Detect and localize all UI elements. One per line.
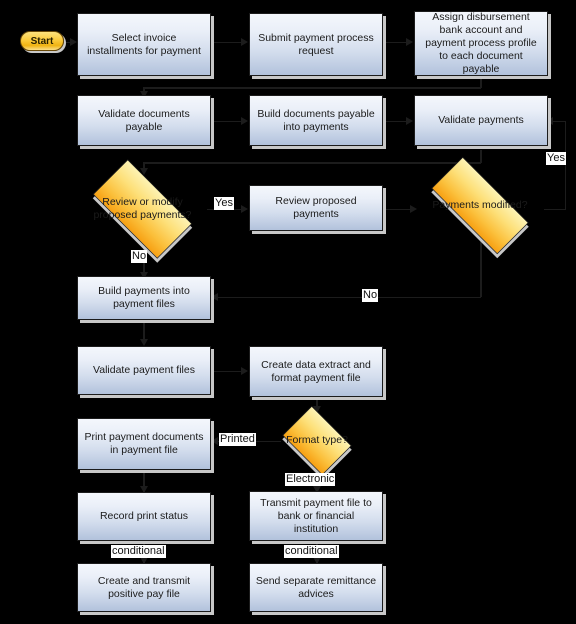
node-label: Validate payments (438, 114, 524, 126)
arrowhead-d2-no-to-n8 (211, 293, 218, 301)
node-label: Send separate remittance advices (255, 574, 377, 600)
node-select-invoice-installments[interactable]: Select invoice installments for payment (77, 13, 211, 76)
node-label: Validate documents payable (98, 107, 190, 133)
arrowhead-start-to-n1 (70, 38, 77, 46)
decision-label: Review or modify proposed payments? (93, 196, 192, 221)
node-label: Record print status (99, 510, 189, 522)
flowchart-canvas: Start Select invoice installments for pa… (0, 0, 576, 624)
arrowhead-n1-to-n2 (241, 38, 248, 46)
node-label: Create data extract and format payment f… (261, 358, 371, 384)
arrowhead-d3-printed-to-n11 (211, 437, 218, 445)
arrowhead-n5-to-n6 (406, 117, 413, 125)
node-label: Review proposed payments (275, 195, 357, 220)
edge-label-d3-printed: Printed (219, 433, 256, 446)
node-label: Select invoice installments for payment (87, 31, 201, 57)
node-transmit-payment-file-to-bank[interactable]: Transmit payment file to bank or financi… (249, 491, 383, 541)
connector-n1-to-n2 (211, 41, 245, 43)
connector-d2-no-down (480, 237, 482, 297)
connector-n7-to-d2 (383, 208, 413, 210)
node-validate-payments[interactable]: Validate payments (414, 95, 548, 146)
arrowhead-n2-to-n3 (406, 38, 413, 46)
node-record-print-status[interactable]: Record print status (77, 492, 211, 541)
terminator-start-label: Start (30, 35, 54, 47)
node-label: Transmit payment file to bank or financi… (260, 496, 372, 535)
node-label: Submit payment process request (258, 31, 374, 57)
node-validate-payment-files[interactable]: Validate payment files (77, 346, 211, 395)
node-create-and-transmit-positive-pay-file[interactable]: Create and transmit positive pay file (77, 563, 211, 612)
node-label: Build payments into payment files (98, 285, 190, 310)
node-label: Create and transmit positive pay file (97, 574, 191, 600)
node-build-payments-into-payment-files[interactable]: Build payments into payment files (77, 276, 211, 320)
edge-label-d2-no: No (362, 289, 379, 302)
connector-d2-yes-up (564, 120, 566, 210)
decision-payments-modified[interactable]: Payments modified? (414, 156, 546, 259)
connector-n4-to-n5 (211, 120, 245, 122)
connector-d2-yes-right (544, 208, 566, 210)
node-validate-documents-payable[interactable]: Validate documents payable (77, 95, 211, 146)
decision-label: Format type? (286, 434, 348, 446)
arrowhead-n9-to-n10 (241, 367, 248, 375)
terminator-start[interactable]: Start (20, 31, 64, 51)
node-label: Print payment documents in payment file (84, 431, 204, 456)
decision-review-or-modify-proposed-payments[interactable]: Review or modify proposed payments? (78, 159, 207, 263)
edge-label-d2-yes: Yes (546, 152, 566, 165)
arrowhead-n8-to-n9 (139, 339, 148, 346)
connector-d2-yes-to-n6 (552, 120, 565, 122)
connector-n6-to-d1-horizontal (143, 162, 481, 164)
node-build-documents-payable-into-payments[interactable]: Build documents payable into payments (249, 95, 383, 146)
edge-label-d1-no: No (131, 250, 148, 263)
node-submit-payment-process-request[interactable]: Submit payment process request (249, 13, 383, 76)
node-label: Validate payment files (93, 364, 195, 376)
decision-format-type[interactable]: Format type? (277, 405, 357, 480)
node-label: Build documents payable into payments (257, 107, 375, 133)
edge-label-d1-yes: Yes (214, 197, 234, 210)
node-send-separate-remittance-advices[interactable]: Send separate remittance advices (249, 563, 383, 612)
connector-n3-to-n4-horizontal (143, 87, 481, 89)
arrowhead-d1-yes-to-n7 (241, 205, 248, 213)
arrowhead-n4-to-n5 (241, 117, 248, 125)
connector-n9-to-n10 (211, 370, 245, 372)
node-assign-disbursement-bank-account[interactable]: Assign disbursement bank account and pay… (414, 11, 548, 76)
decision-label: Payments modified? (432, 199, 528, 211)
edge-label-conditional-print: conditional (111, 545, 166, 558)
edge-label-conditional-electronic: conditional (284, 545, 339, 558)
node-label: Assign disbursement bank account and pay… (425, 11, 537, 75)
node-review-proposed-payments[interactable]: Review proposed payments (249, 185, 383, 231)
edge-label-d3-electronic: Electronic (285, 473, 336, 486)
node-create-data-extract-and-format-payment-file[interactable]: Create data extract and format payment f… (249, 346, 383, 397)
node-print-payment-documents[interactable]: Print payment documents in payment file (77, 418, 211, 470)
connector-d2-no-left (217, 296, 481, 298)
